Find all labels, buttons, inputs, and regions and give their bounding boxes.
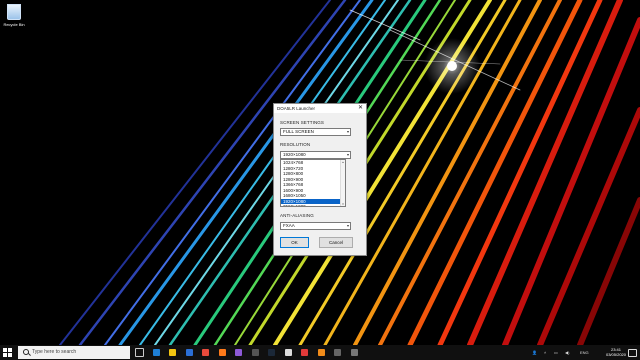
recycle-bin-shortcut[interactable]: Recycle Bin [2, 2, 26, 27]
file-explorer-icon[interactable] [167, 347, 178, 358]
resolution-list[interactable]: 1024×768 1280×720 1280×800 1280×900 1366×768… [280, 159, 346, 207]
clock-date: 03/05/2020 [605, 352, 626, 357]
search-placeholder: Type here to search [32, 349, 77, 355]
chevron-down-icon: ▾ [346, 152, 349, 157]
notification-icon[interactable] [628, 349, 637, 357]
launcher-window: DOA5LR Launcher ✕ SCREEN SETTINGS FULL S… [273, 103, 367, 256]
windows-start-icon[interactable] [3, 348, 12, 357]
anti-aliasing-label: ANTI-ALIASING [280, 213, 314, 218]
scroll-down-icon[interactable]: ▾ [341, 202, 345, 206]
search-icon [23, 349, 29, 355]
resolution-option[interactable]: 2560×1080 [281, 204, 345, 206]
game-icon[interactable] [349, 347, 360, 358]
vlc-icon[interactable] [316, 347, 327, 358]
resolution-dropdown[interactable]: 1920×1080 ▾ [280, 151, 351, 159]
edge-icon[interactable] [151, 347, 162, 358]
anti-aliasing-value: FXAA [283, 223, 295, 228]
firefox-icon[interactable] [217, 347, 228, 358]
resolution-list-scrollbar[interactable]: ▴ ▾ [340, 160, 345, 206]
settings-icon[interactable] [283, 347, 294, 358]
cancel-button[interactable]: Cancel [319, 237, 353, 248]
resolution-value: 1920×1080 [283, 152, 306, 157]
media-player-icon[interactable] [299, 347, 310, 358]
chrome-icon[interactable] [200, 347, 211, 358]
recycle-bin-icon [7, 4, 21, 20]
close-icon[interactable]: ✕ [358, 104, 363, 113]
store-icon[interactable] [184, 347, 195, 358]
chevron-down-icon: ▾ [346, 129, 349, 134]
obs-icon[interactable] [250, 347, 261, 358]
app-icon[interactable] [332, 347, 343, 358]
chevron-up-icon[interactable]: ˄ [544, 345, 546, 360]
ok-button[interactable]: OK [280, 237, 309, 248]
recycle-bin-label: Recycle Bin [3, 22, 25, 27]
window-title: DOA5LR Launcher [277, 106, 316, 111]
screen-settings-label: SCREEN SETTINGS [280, 120, 325, 125]
visual-studio-icon[interactable] [233, 347, 244, 358]
taskbar-clock[interactable]: 23:41 03/05/2020 [606, 347, 626, 357]
scroll-up-icon[interactable]: ▴ [341, 160, 345, 164]
language-indicator[interactable]: ENG [580, 345, 589, 360]
screen-settings-value: FULL SCREEN [283, 129, 314, 134]
task-view-icon[interactable] [134, 347, 145, 358]
resolution-label: RESOLUTION [280, 142, 311, 147]
network-icon[interactable]: ▭ [554, 345, 558, 360]
steam-icon[interactable] [266, 347, 277, 358]
taskbar: Type here to search 👤 ˄ ▭ ◀) ENG 23:41 0… [0, 345, 640, 360]
window-titlebar[interactable]: DOA5LR Launcher ✕ [274, 104, 366, 113]
screen-settings-dropdown[interactable]: FULL SCREEN ▾ [280, 128, 351, 136]
chevron-down-icon: ▾ [346, 223, 349, 228]
people-icon[interactable]: 👤 [532, 345, 537, 360]
system-tray: 👤 ˄ ▭ ◀) ENG 23:41 03/05/2020 [530, 345, 640, 360]
volume-icon[interactable]: ◀) [565, 345, 569, 360]
anti-aliasing-dropdown[interactable]: FXAA ▾ [280, 222, 351, 230]
taskbar-search-box[interactable]: Type here to search [18, 346, 130, 359]
